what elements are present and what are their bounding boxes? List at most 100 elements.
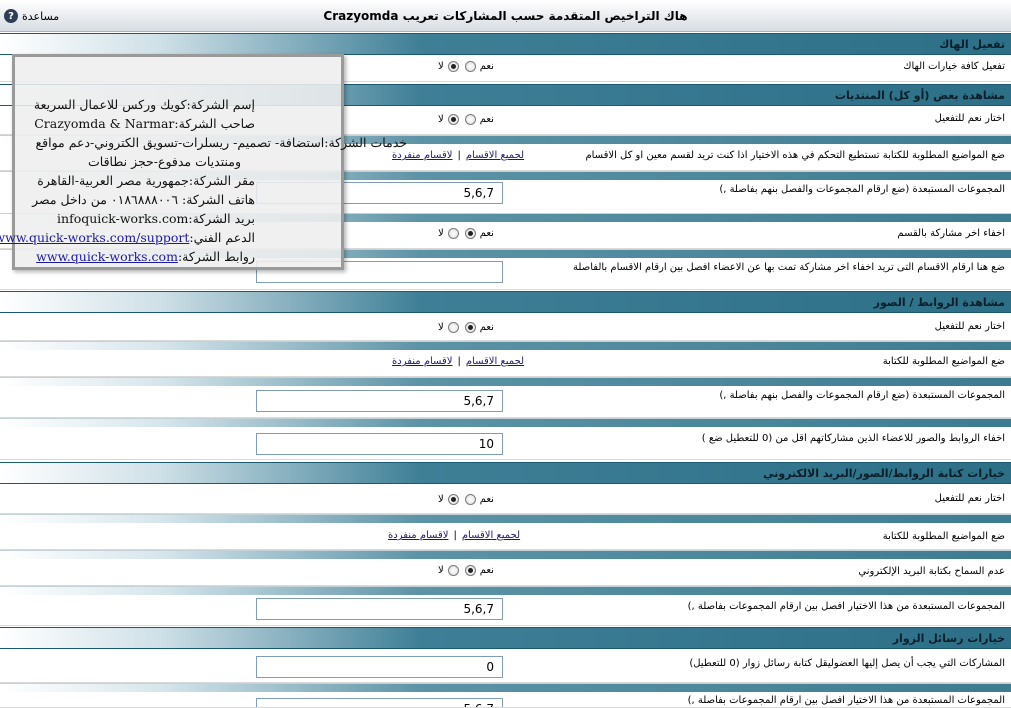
option-row-enable: اختار نعم للتفعيل نعم لا <box>0 484 1011 514</box>
single-forums-link[interactable]: لاقسام منفردة <box>388 530 448 541</box>
section-title: مشاهدة بعض (أو كل) المنتديات <box>834 89 1005 102</box>
yes-radio[interactable] <box>464 322 476 333</box>
links-label: روابط الشركة: <box>177 249 255 264</box>
yes-no-radio-group: نعم لا <box>438 322 494 333</box>
option-label: ضع المواضيع المطلوبة للكتابة تستطيع التح… <box>585 150 1005 161</box>
row-separator <box>0 418 1011 427</box>
row-separator <box>0 341 1011 350</box>
forum-scope-links: لجميع الاقسام | لاقسام منفردة <box>392 356 524 367</box>
row-separator <box>0 514 1011 523</box>
company-email-line: بريد الشركة:infoquick-works.com <box>57 211 255 226</box>
yes-no-radio-group: نعم لا <box>438 565 494 576</box>
option-label: المجموعات المستبعدة (ضع ارقام المجموعات … <box>719 390 1005 401</box>
forum-scope-links: لجميع الاقسام | لاقسام منفردة <box>392 150 524 161</box>
yes-no-radio-group: نعم لا <box>438 114 494 125</box>
forum-scope-links: لجميع الاقسام | لاقسام منفردة <box>388 530 520 541</box>
no-label: لا <box>438 494 444 505</box>
company-name-line: إسم الشركة:كويك وركس للاعمال السريعة <box>33 97 255 112</box>
company-hq-line: مقر الشركة:جمهورية مصر العربية-القاهرة <box>37 173 255 188</box>
option-row-email: عدم السماح بكتابة البريد الإلكتروني نعم … <box>0 559 1011 586</box>
option-label: ضع المواضيع المطلوبة للكتابة <box>882 531 1005 542</box>
min-posts-input[interactable]: 10 <box>256 433 503 455</box>
yes-radio[interactable] <box>464 565 476 576</box>
company-links-line: روابط الشركة:www.quick-works.com <box>36 249 255 264</box>
option-row-excluded-groups: المجموعات المستبعدة (ضع ارقام المجموعات … <box>0 386 1011 418</box>
no-radio[interactable] <box>447 228 459 239</box>
company-services-line-2: ومنتديات مدفوع-حجز نطاقات <box>88 154 241 169</box>
option-row-excluded-groups: المجموعات المستبعدة من هذا الاختيار افصل… <box>0 692 1011 708</box>
section-header: تفعيل الهاك <box>0 33 1011 55</box>
option-label: المجموعات المستبعدة (ضع ارقام المجموعات … <box>719 184 1005 195</box>
yes-radio[interactable] <box>464 494 476 505</box>
option-label: عدم السماح بكتابة البريد الإلكتروني <box>858 566 1005 577</box>
row-separator <box>0 683 1011 692</box>
row-separator <box>0 550 1011 559</box>
section-title: خيارات رسائل الزوار <box>892 632 1005 645</box>
yes-no-radio-group: نعم لا <box>438 228 494 239</box>
section-title: مشاهدة الروابط / الصور <box>873 296 1005 309</box>
option-label: اختار نعم للتفعيل <box>934 113 1005 124</box>
section-title: تفعيل الهاك <box>939 38 1005 51</box>
option-row-excluded-groups: المجموعات المستبعدة من هذا الاختيار افصل… <box>0 595 1011 626</box>
no-radio[interactable] <box>447 114 459 125</box>
no-radio[interactable] <box>447 322 459 333</box>
yes-label: نعم <box>479 494 494 505</box>
excluded-groups-input[interactable]: 5,6,7 <box>256 390 503 412</box>
company-services-line: خدمات الشركة:استضافة- تصميم- ريسلرات-تسو… <box>35 135 407 150</box>
option-row-min-posts: اخفاء الروابط والصور للاعضاء الذين مشارك… <box>0 427 1011 460</box>
company-info-overlay: إسم الشركة:كويك وركس للاعمال السريعة صاح… <box>0 54 407 270</box>
help-button[interactable]: ? مساعدة <box>4 7 59 25</box>
yes-no-radio-group: نعم لا <box>438 494 494 505</box>
all-forums-link[interactable]: لجميع الاقسام <box>466 356 524 367</box>
no-radio[interactable] <box>447 61 459 72</box>
no-label: لا <box>438 228 444 239</box>
option-row-forums: ضع المواضيع المطلوبة للكتابة لجميع الاقس… <box>0 350 1011 377</box>
row-separator <box>0 377 1011 386</box>
yes-label: نعم <box>479 61 494 72</box>
section-header: مشاهدة الروابط / الصور <box>0 291 1011 313</box>
option-label: ضع هنا ارقام الاقسام التى تريد اخفاء اخر… <box>573 262 1005 273</box>
company-owner-line: صاحب الشركة:Crazyomda & Narmar <box>34 116 255 131</box>
support-link[interactable]: http://www.quick-works.com/support/ <box>0 230 189 245</box>
excluded-groups-input[interactable]: 5,6,7 <box>256 598 503 620</box>
link-separator: | <box>453 530 457 541</box>
section-title: خيارات كتابة الروابط/الصور/البريد الالكت… <box>763 467 1005 480</box>
help-icon: ? <box>4 9 18 23</box>
company-phone-line: هاتف الشركة: ٠١٨٦٨٨٨٠٠٦ من داخل مصر <box>32 192 255 207</box>
yes-radio[interactable] <box>464 228 476 239</box>
no-radio[interactable] <box>447 565 459 576</box>
row-separator <box>0 586 1011 595</box>
single-forums-link[interactable]: لاقسام منفردة <box>392 356 452 367</box>
yes-radio[interactable] <box>464 61 476 72</box>
option-row-visitor-posts: المشاركات التي يجب أن يصل إليها العضوليق… <box>0 649 1011 683</box>
yes-label: نعم <box>479 565 494 576</box>
option-label: اختار نعم للتفعيل <box>934 321 1005 332</box>
yes-label: نعم <box>479 322 494 333</box>
option-label: المجموعات المستبعدة من هذا الاختيار افصل… <box>687 695 1005 706</box>
yes-radio[interactable] <box>464 114 476 125</box>
excluded-groups-input[interactable]: 5,6,7 <box>256 698 503 707</box>
yes-no-radio-group: نعم لا <box>438 61 494 72</box>
yes-label: نعم <box>479 228 494 239</box>
single-forums-link[interactable]: لاقسام منفردة <box>392 150 452 161</box>
section-header: خيارات كتابة الروابط/الصور/البريد الالكت… <box>0 462 1011 484</box>
title-bar: هاك التراخيص المتقدمة حسب المشاركات تعري… <box>0 0 1011 32</box>
yes-label: نعم <box>479 114 494 125</box>
option-label: اختار نعم للتفعيل <box>934 493 1005 504</box>
option-label: اخفاء اخر مشاركة بالقسم <box>897 228 1005 239</box>
company-support-line: الدعم الفني:http://www.quick-works.com/s… <box>0 230 255 245</box>
help-label: مساعدة <box>22 9 60 23</box>
site-link[interactable]: www.quick-works.com <box>36 249 178 264</box>
page-title: هاك التراخيص المتقدمة حسب المشاركات تعري… <box>323 9 688 23</box>
no-radio[interactable] <box>447 494 459 505</box>
option-row-forums: ضع المواضيع المطلوبة للكتابة لجميع الاقس… <box>0 523 1011 550</box>
all-forums-link[interactable]: لجميع الاقسام <box>462 530 520 541</box>
link-separator: | <box>457 356 461 367</box>
link-separator: | <box>457 150 461 161</box>
section-header: خيارات رسائل الزوار <box>0 627 1011 649</box>
visitor-posts-input[interactable]: 0 <box>256 656 503 678</box>
option-label: تفعيل كافة خيارات الهاك <box>903 61 1005 72</box>
no-label: لا <box>438 322 444 333</box>
option-label: المشاركات التي يجب أن يصل إليها العضوليق… <box>689 658 1005 669</box>
all-forums-link[interactable]: لجميع الاقسام <box>466 150 524 161</box>
